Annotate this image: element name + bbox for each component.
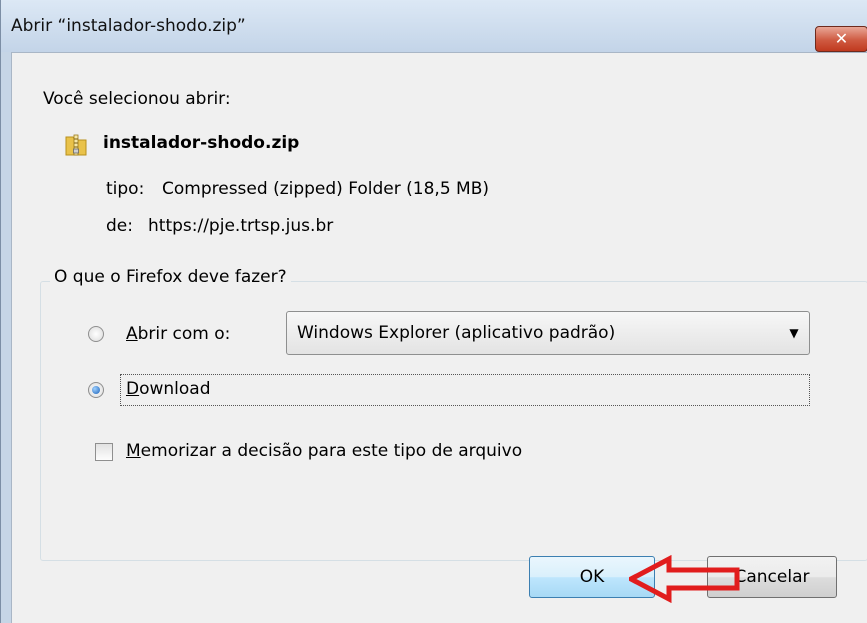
remember-label[interactable]: Memorizar a decisão para este tipo de ar… [126, 441, 522, 461]
download-label[interactable]: Download [126, 379, 211, 399]
chevron-down-icon[interactable]: ▼ [783, 322, 805, 344]
file-type-value: Compressed (zipped) Folder (18,5 MB) [162, 179, 490, 199]
open-with-label-rest: brir com o: [137, 324, 231, 344]
close-icon: ✕ [834, 29, 849, 48]
dialog-body: Você selecionou abrir: instalador-shodo.… [11, 52, 867, 623]
remember-checkbox[interactable] [95, 443, 113, 461]
zip-folder-icon [65, 132, 87, 156]
remember-label-rest: emorizar a decisão para este tipo de arq… [140, 441, 523, 461]
open-with-app-value: Windows Explorer (aplicativo padrão) [297, 323, 616, 343]
open-with-radio[interactable] [88, 326, 104, 342]
download-dialog-window: Abrir “instalador-shodo.zip” ✕ Você sele… [0, 0, 867, 623]
close-button[interactable]: ✕ [815, 26, 867, 52]
open-with-accesskey: A [126, 324, 138, 344]
download-focus-outline [120, 374, 810, 406]
intro-text: Você selecionou abrir: [43, 89, 231, 109]
radio-selected-dot [92, 386, 100, 394]
open-with-app-select[interactable]: Windows Explorer (aplicativo padrão) ▼ [286, 311, 810, 355]
download-radio[interactable] [88, 382, 104, 398]
download-accesskey: D [126, 379, 140, 399]
file-type-label: tipo: [106, 179, 145, 199]
title-bar[interactable]: Abrir “instalador-shodo.zip” ✕ [1, 0, 867, 52]
action-group-legend: O que o Firefox deve fazer? [50, 267, 291, 287]
file-name: instalador-shodo.zip [103, 133, 300, 153]
red-arrow-annotation [629, 555, 740, 603]
window-title: Abrir “instalador-shodo.zip” [11, 16, 246, 36]
open-with-label[interactable]: Abrir com o: [126, 324, 230, 344]
file-source-value: https://pje.trtsp.jus.br [148, 216, 334, 236]
remember-accesskey: M [126, 441, 141, 461]
download-label-rest: ownload [139, 379, 211, 399]
file-source-label: de: [106, 216, 133, 236]
